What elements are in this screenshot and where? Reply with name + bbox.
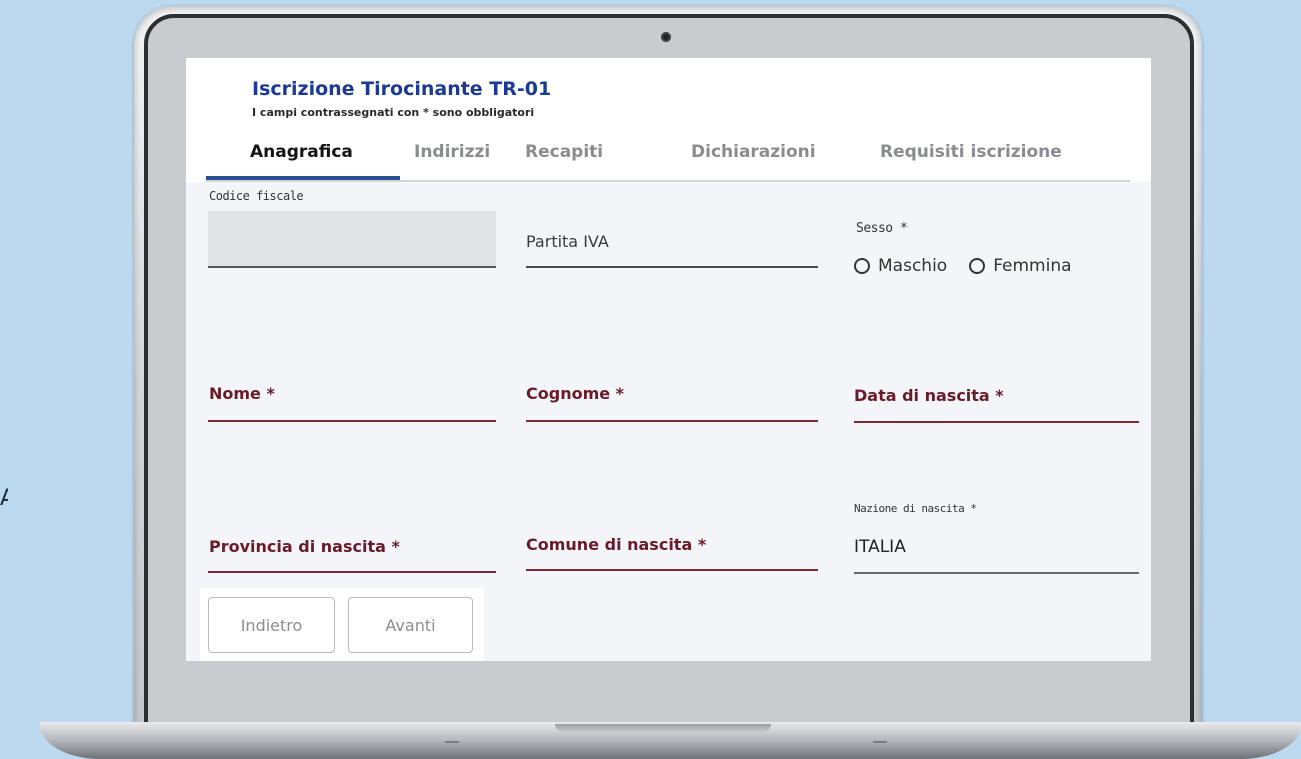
webcam-icon	[661, 32, 671, 42]
app-screen: Iscrizione Tirocinante TR-01 I campi con…	[186, 58, 1151, 661]
tabs-divider	[206, 180, 1130, 182]
partita-iva-underline	[526, 266, 818, 268]
laptop-notch	[555, 724, 771, 732]
required-note: I campi contrassegnati con * sono obblig…	[252, 106, 535, 119]
next-button[interactable]: Avanti	[348, 597, 473, 653]
tab-anagrafica[interactable]: Anagrafica	[250, 140, 353, 180]
active-tab-indicator	[206, 176, 400, 180]
provincia-nascita-underline	[208, 571, 496, 573]
radio-circle-icon[interactable]	[969, 258, 986, 274]
page-title: Iscrizione Tirocinante TR-01	[252, 78, 552, 100]
cognome-label[interactable]: Cognome *	[526, 384, 624, 403]
tab-recapiti[interactable]: Recapiti	[525, 140, 603, 180]
radio-maschio[interactable]: Maschio	[854, 256, 947, 276]
nome-underline	[208, 420, 496, 422]
laptop-foot	[873, 741, 887, 743]
sesso-label: Sesso *	[856, 221, 908, 236]
radio-femmina-label: Femmina	[993, 256, 1072, 276]
codice-fiscale-underline	[208, 266, 496, 268]
tab-indirizzi[interactable]: Indirizzi	[414, 140, 490, 180]
radio-circle-icon[interactable]	[854, 258, 870, 274]
nazione-nascita-label: Nazione di nascita *	[854, 502, 977, 515]
sesso-radio-group: Maschio Femmina	[854, 256, 1094, 276]
nazione-nascita-underline	[854, 572, 1139, 574]
codice-fiscale-input[interactable]	[208, 211, 496, 266]
nome-label[interactable]: Nome *	[209, 384, 275, 403]
laptop-foot	[445, 741, 459, 743]
provincia-nascita-label[interactable]: Provincia di nascita *	[209, 537, 400, 556]
data-nascita-label[interactable]: Data di nascita *	[854, 386, 1004, 405]
codice-fiscale-label: Codice fiscale	[209, 189, 304, 203]
comune-nascita-underline	[526, 569, 818, 571]
tab-requisiti-iscrizione[interactable]: Requisiti iscrizione	[880, 140, 1062, 180]
tab-dichiarazioni[interactable]: Dichiarazioni	[691, 140, 816, 180]
nazione-nascita-value[interactable]: ITALIA	[854, 537, 906, 557]
back-button[interactable]: Indietro	[208, 597, 335, 653]
radio-maschio-label: Maschio	[878, 256, 948, 276]
comune-nascita-label[interactable]: Comune di nascita *	[526, 535, 706, 554]
cognome-underline	[526, 420, 818, 422]
data-nascita-underline	[854, 421, 1139, 423]
stray-text: A.	[0, 486, 8, 511]
radio-femmina[interactable]: Femmina	[969, 256, 1072, 276]
partita-iva-label[interactable]: Partita IVA	[526, 232, 609, 251]
